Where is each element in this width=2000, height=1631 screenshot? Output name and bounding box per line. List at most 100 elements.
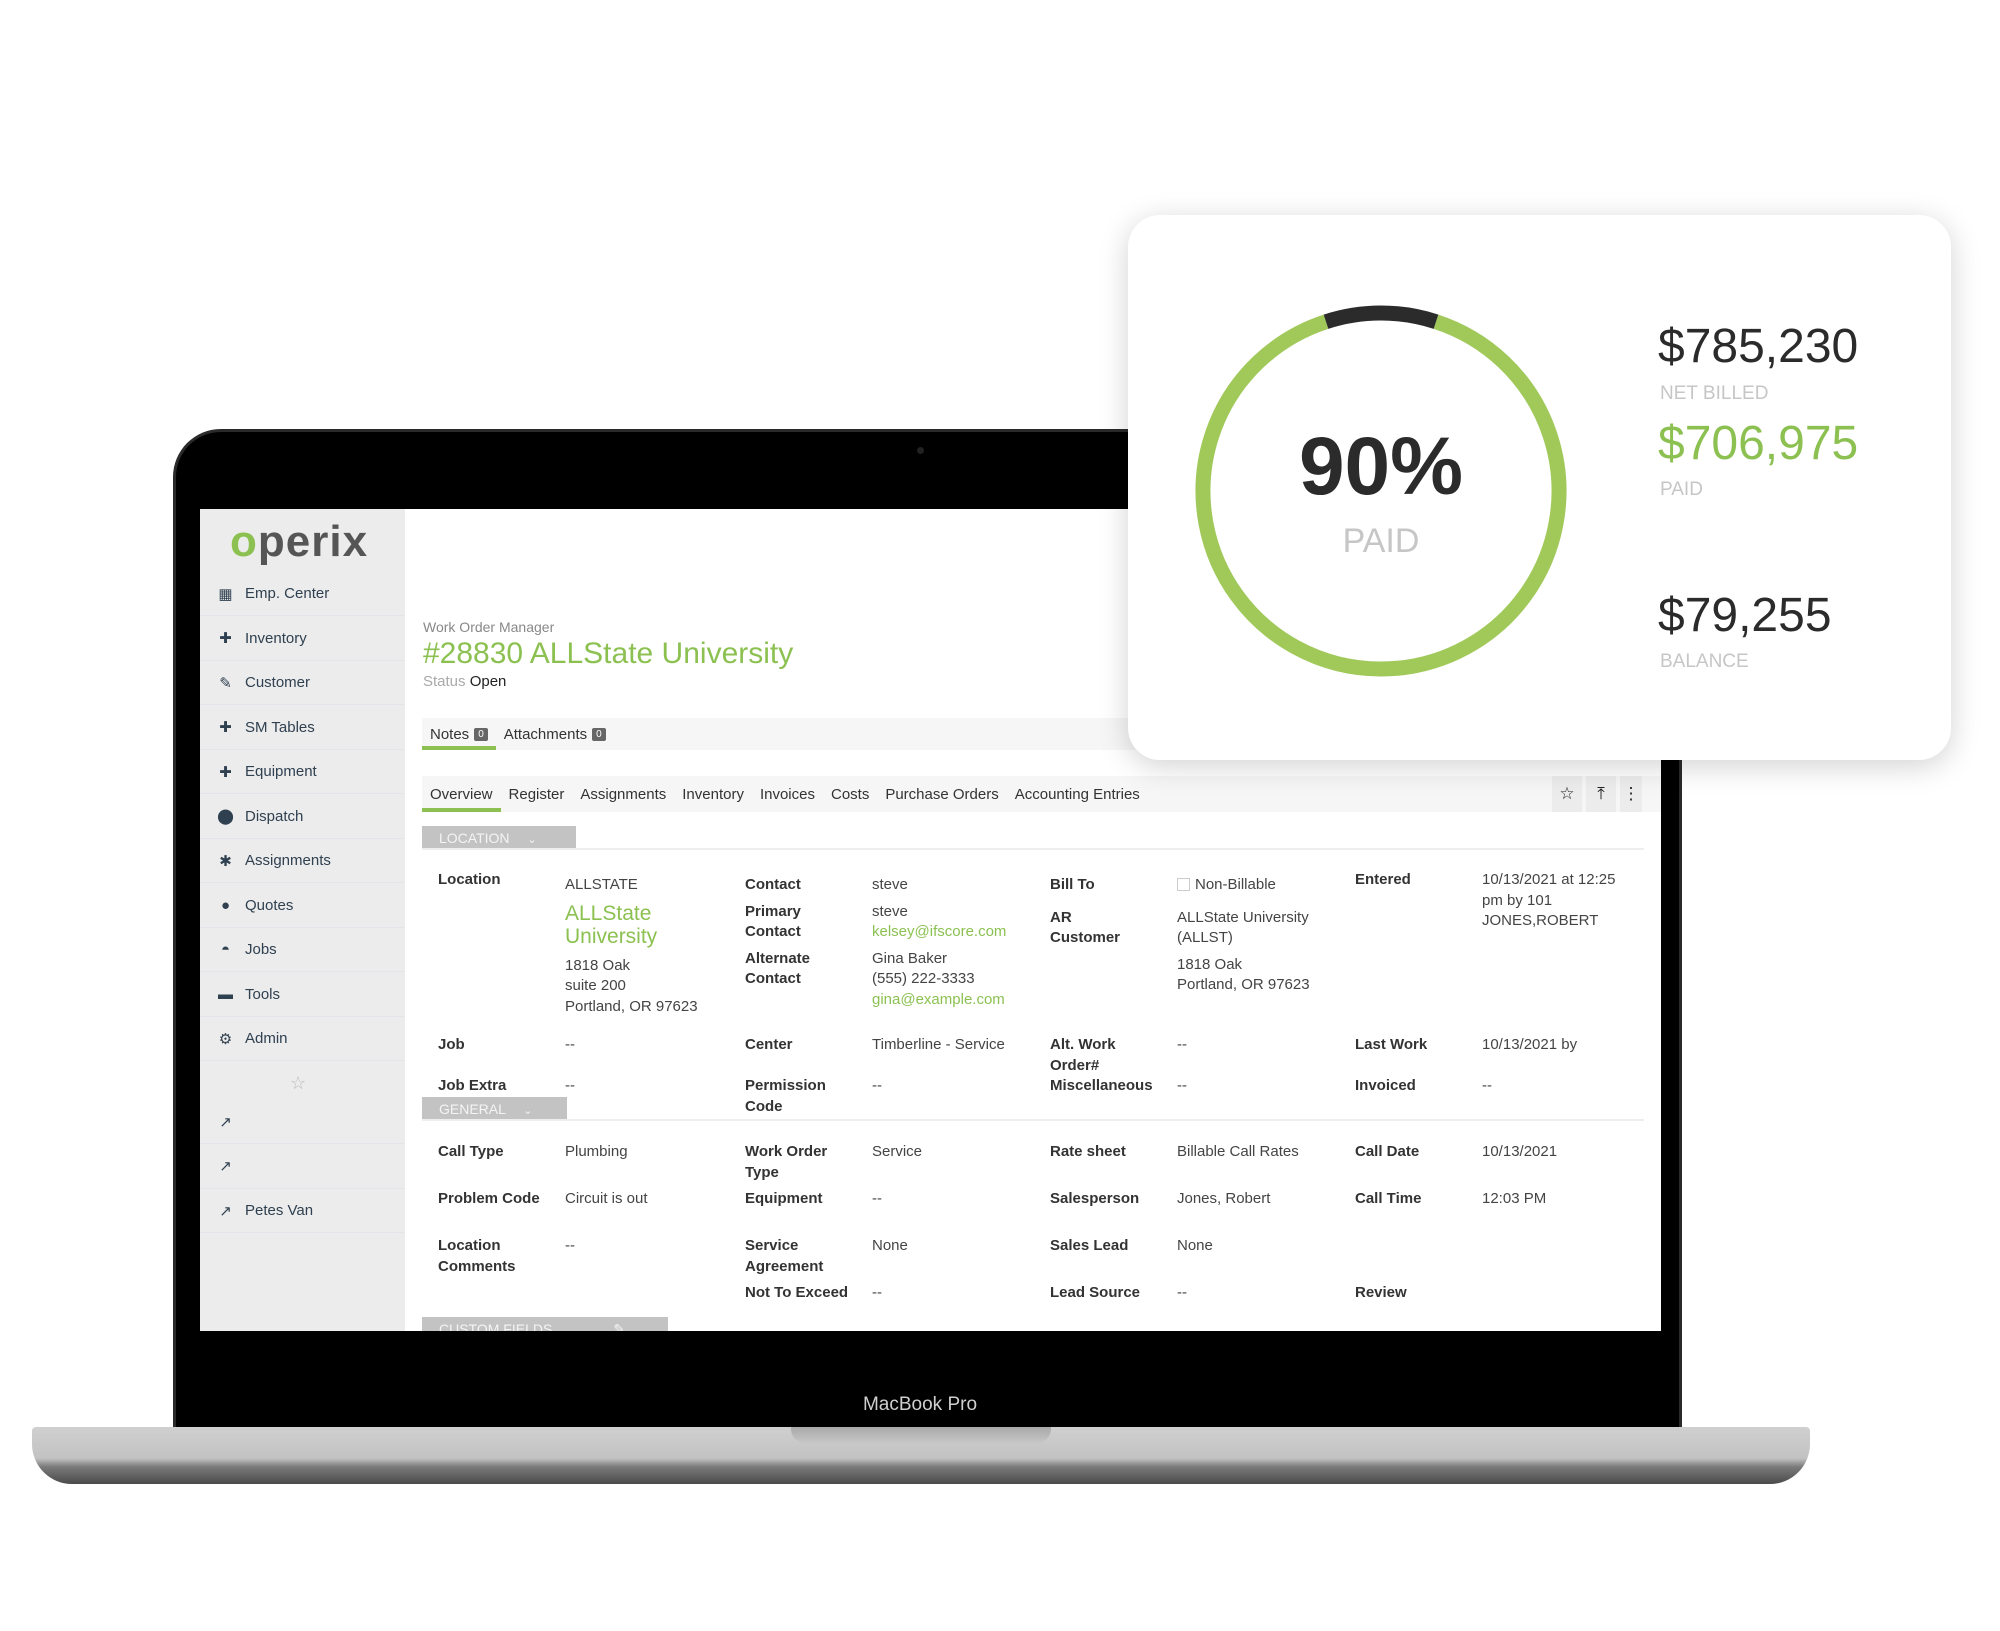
entered-value: 10/13/2021 at 12:25 pm by 101 JONES,ROBE… [1482, 871, 1616, 929]
building-icon: ▦ [218, 585, 233, 603]
section-title: CUSTOM FIELDS [439, 1321, 553, 1331]
tab-attachments[interactable]: Attachments 0 [496, 718, 614, 750]
contact-values: steve steve kelsey@ifscore.com Gina Bake… [872, 875, 1047, 1010]
sidebar-item-equipment[interactable]: ✚ Equipment [200, 750, 405, 794]
sidebar-item-label: Inventory [245, 629, 307, 647]
payment-summary-card: 90% PAID $785,230 NET BILLED $706,975 PA… [1128, 215, 1951, 760]
logo[interactable]: operix [230, 517, 368, 567]
plus-icon: ✚ [219, 630, 232, 647]
sidebar-item-emp-center[interactable]: ▦ Emp. Center [200, 572, 405, 616]
field-label: Review [1355, 1284, 1407, 1301]
chevron-down-icon: ⌄ [523, 1105, 533, 1117]
field-label: Entered [1355, 871, 1411, 888]
field-label: Invoiced [1355, 1077, 1416, 1094]
custom-fields-section-header[interactable]: CUSTOM FIELDS ⌄ ✎ [422, 1317, 668, 1331]
external-link-icon: ↗ [219, 1158, 232, 1175]
field-value: 10/13/2021 [1482, 1143, 1558, 1160]
more-options-icon[interactable]: ⋮ [1620, 776, 1642, 812]
tab-purchase-orders[interactable]: Purchase Orders [877, 776, 1006, 812]
sidebar-item-label: SM Tables [245, 718, 315, 736]
general-section-header[interactable]: GENERAL ⌄ [422, 1097, 567, 1121]
sidebar-item-inventory[interactable]: ✚ Inventory [200, 617, 405, 661]
field-value: 12:03 PM [1482, 1190, 1547, 1207]
tab-assignments[interactable]: Assignments [572, 776, 674, 812]
field-label: Equipment [745, 1190, 823, 1207]
field-label: Lead Source [1050, 1284, 1141, 1301]
section-title: GENERAL [439, 1101, 506, 1117]
field-label: Not To Exceed [745, 1284, 849, 1301]
sidebar-item-customer[interactable]: ✎ Customer [200, 661, 405, 705]
field-label: Call Time [1355, 1190, 1422, 1207]
field-value: -- [872, 1077, 882, 1094]
tab-label: Invoices [759, 785, 815, 803]
sidebar-item-quotes[interactable]: ● Quotes [200, 884, 405, 928]
sidebar-link-label: Petes Van [245, 1202, 314, 1219]
field-value: -- [1177, 1284, 1187, 1301]
location-code: ALLSTATE [565, 876, 638, 893]
field-value: -- [565, 1077, 575, 1094]
field-value: Circuit is out [565, 1190, 648, 1207]
location-field: Location [438, 870, 501, 891]
camera [917, 447, 924, 454]
location-name-link[interactable]: ALLState University [565, 902, 685, 948]
chevron-down-icon: ⌄ [527, 834, 537, 846]
sidebar-link[interactable]: ↗ [200, 1145, 405, 1189]
sidebar-item-dispatch[interactable]: ⬤ Dispatch [200, 795, 405, 839]
sidebar-item-tools[interactable]: ▬ Tools [200, 973, 405, 1017]
sidebar: operix ▦ Emp. Center ✚ Inventory ✎ Customer ✚ S… [200, 509, 405, 1331]
alt-contact-phone: (555) 222-3333 [872, 970, 975, 987]
balance-label: BALANCE [1660, 651, 1749, 672]
field-label [1355, 1236, 1482, 1277]
billing-labels: Bill To AR Customer [1050, 875, 1160, 949]
external-link-icon: ↗ [219, 1202, 232, 1220]
contact-labels: Contact Primary Contact Alternate Contac… [745, 875, 845, 990]
status: Status Open [423, 673, 506, 690]
sidebar-item-label: Jobs [245, 941, 277, 958]
contact-name: steve [872, 876, 908, 893]
favorite-star-icon[interactable]: ☆ [1552, 776, 1582, 812]
section-title: LOCATION [439, 830, 510, 846]
count-badge: 0 [474, 727, 488, 741]
paid-amount: $706,975 [1658, 417, 1859, 470]
pin-top-icon[interactable]: ⤒ [1586, 776, 1616, 812]
breadcrumb[interactable]: Work Order Manager [423, 619, 554, 635]
alt-email-link[interactable]: gina@example.com [872, 990, 1047, 1011]
sidebar-item-admin[interactable]: ⚙ Admin [200, 1017, 405, 1061]
field-value: None [1177, 1237, 1213, 1254]
field-value: Timberline - Service [872, 1036, 1005, 1053]
field-value: -- [1482, 1077, 1492, 1094]
field-label: Bill To [1050, 876, 1095, 893]
tab-register[interactable]: Register [501, 776, 573, 812]
ar-address-line: Portland, OR 97623 [1177, 976, 1310, 993]
field-label: Alt. Work Order# [1050, 1036, 1116, 1074]
primary-contact-name: steve [872, 902, 908, 920]
sidebar-item-assignments[interactable]: ✱ Assignments [200, 839, 405, 883]
tab-accounting-entries[interactable]: Accounting Entries [1007, 776, 1148, 812]
checkbox[interactable] [1177, 878, 1190, 891]
sidebar-link[interactable]: ↗ Petes Van [200, 1189, 405, 1233]
location-section-header[interactable]: LOCATION ⌄ [422, 826, 576, 850]
tab-overview[interactable]: Overview [422, 776, 501, 812]
field-value: -- [1177, 1036, 1187, 1053]
tab-inventory[interactable]: Inventory [674, 776, 752, 812]
billing-values: Non-Billable ALLState University (ALLST)… [1177, 875, 1347, 996]
chevron-down-icon: ⌄ [570, 1325, 580, 1331]
tab-costs[interactable]: Costs [823, 776, 877, 812]
non-billable-checkbox[interactable]: Non-Billable [1177, 875, 1347, 896]
net-billed-amount: $785,230 [1658, 320, 1859, 373]
favorites-star-icon[interactable]: ☆ [290, 1073, 306, 1094]
edit-icon[interactable]: ✎ [613, 1321, 625, 1331]
sidebar-item-sm-tables[interactable]: ✚ SM Tables [200, 706, 405, 750]
field-value: -- [565, 1036, 575, 1053]
plus-icon: ✚ [219, 719, 232, 736]
tab-notes[interactable]: Notes 0 [422, 718, 496, 750]
tab-label: Accounting Entries [1014, 785, 1140, 803]
field-label: Permission Code [745, 1077, 826, 1115]
field-label: Alternate Contact [745, 949, 811, 988]
address-line: Portland, OR 97623 [565, 997, 698, 1015]
sidebar-link[interactable]: ↗ [200, 1100, 405, 1144]
sidebar-item-jobs[interactable]: ◓ Jobs [200, 928, 405, 972]
primary-email-link[interactable]: kelsey@ifscore.com [872, 922, 1047, 943]
tab-invoices[interactable]: Invoices [752, 776, 823, 812]
field-value: None [872, 1237, 908, 1254]
